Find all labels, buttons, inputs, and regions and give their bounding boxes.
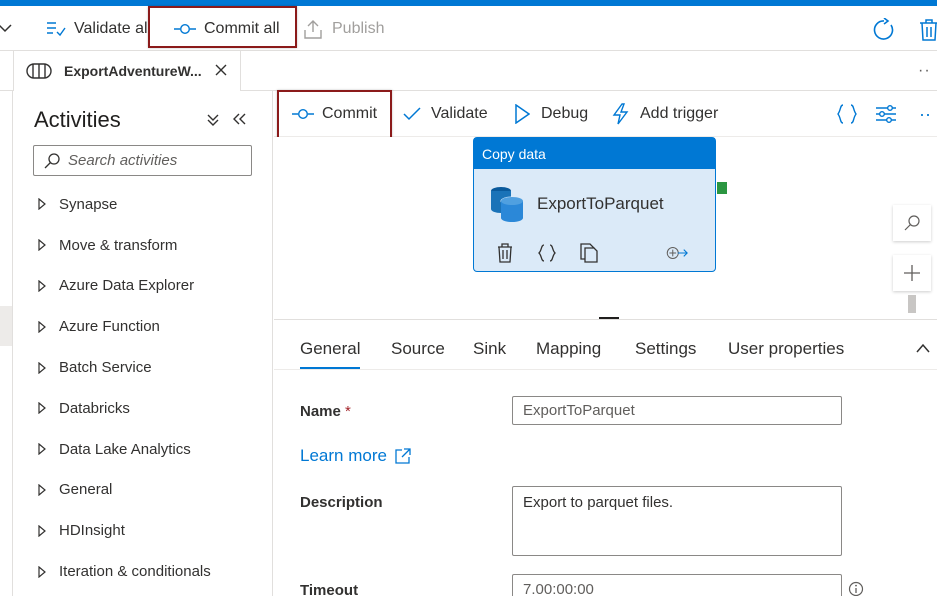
chevron-right-icon <box>38 402 46 415</box>
code-icon[interactable] <box>536 242 558 264</box>
external-link-icon <box>395 448 411 464</box>
name-input[interactable] <box>512 396 842 425</box>
add-trigger-label: Add trigger <box>640 105 719 122</box>
description-label: Description <box>300 494 383 511</box>
required-indicator: * <box>345 403 351 420</box>
chevron-right-icon <box>38 565 46 578</box>
learn-more-link[interactable]: Learn more <box>300 446 411 466</box>
lightning-icon <box>610 103 632 125</box>
main-toolbar: Validate all Commit all Publish <box>0 6 937 51</box>
activity-category-iteration-conditionals[interactable]: Iteration & conditionals <box>38 551 268 592</box>
tab-pipeline[interactable]: ExportAdventureW... <box>13 51 241 91</box>
pipeline-icon <box>26 63 52 79</box>
tab-sink[interactable]: Sink <box>473 339 506 359</box>
description-textarea[interactable]: Export to parquet files. <box>512 486 842 556</box>
chevron-right-icon <box>38 443 46 456</box>
chevron-right-icon <box>38 279 46 292</box>
more-options-icon[interactable]: ·· <box>912 101 937 127</box>
output-handle[interactable] <box>717 182 727 194</box>
chevron-right-icon <box>38 198 46 211</box>
chevron-right-icon <box>38 483 46 496</box>
tab-source[interactable]: Source <box>391 339 445 359</box>
properties-icon[interactable] <box>873 101 899 127</box>
timeout-label: Timeout <box>300 582 359 596</box>
hide-panel-icon[interactable] <box>231 112 247 126</box>
activity-category-databricks[interactable]: Databricks <box>38 388 268 429</box>
database-icon <box>491 187 524 222</box>
debug-button[interactable]: Debug <box>511 99 588 129</box>
play-icon <box>511 103 533 125</box>
info-icon[interactable] <box>848 581 864 596</box>
activity-name: ExportToParquet <box>537 194 664 213</box>
validate-button[interactable]: Validate <box>401 99 488 129</box>
copy-data-activity[interactable]: Copy data ExportToParquet <box>473 137 716 272</box>
plus-icon <box>904 265 920 281</box>
validate-all-label: Validate all <box>74 20 150 37</box>
timeout-input[interactable] <box>512 574 842 596</box>
tab-mapping[interactable]: Mapping <box>536 339 601 359</box>
activity-type-label: Copy data <box>474 138 715 169</box>
activity-category-general[interactable]: General <box>38 470 268 511</box>
zoom-in-button[interactable] <box>893 255 931 291</box>
tab-user-properties[interactable]: User properties <box>728 339 844 359</box>
chevron-right-icon <box>38 239 46 252</box>
left-nav-strip <box>0 91 13 596</box>
activity-category-azure-data-explorer[interactable]: Azure Data Explorer <box>38 266 268 307</box>
properties-tabs: General Source Sink Mapping Settings Use… <box>274 320 937 370</box>
publish-button[interactable]: Publish <box>302 14 384 44</box>
chevron-right-icon <box>38 524 46 537</box>
upload-icon <box>302 18 324 40</box>
debug-label: Debug <box>541 105 589 122</box>
activity-category-move-transform[interactable]: Move & transform <box>38 225 268 266</box>
checkmark-icon <box>401 103 423 125</box>
activities-search-box[interactable] <box>33 145 252 176</box>
copy-icon[interactable] <box>578 242 600 264</box>
activity-category-azure-function[interactable]: Azure Function <box>38 306 268 347</box>
pipeline-toolbar: Commit Validate Debug Add trigger ·· <box>274 90 937 139</box>
chevron-right-icon <box>38 361 46 374</box>
activities-title: Activities <box>34 107 121 132</box>
search-icon <box>44 152 60 168</box>
tab-general[interactable]: General <box>300 339 361 369</box>
activity-category-batch-service[interactable]: Batch Service <box>38 347 268 388</box>
trash-icon[interactable] <box>918 18 937 42</box>
name-label: Name * <box>300 403 351 420</box>
editor-tab-bar: ExportAdventureW... <box>0 51 937 91</box>
canvas-scrollbar[interactable] <box>908 295 916 313</box>
zoom-search-button[interactable] <box>893 205 931 241</box>
validate-all-button[interactable]: Validate all <box>46 14 150 44</box>
close-icon[interactable] <box>214 63 228 77</box>
publish-label: Publish <box>332 20 385 37</box>
chevron-down-icon[interactable] <box>0 20 13 36</box>
activity-category-synapse[interactable]: Synapse <box>38 184 268 225</box>
checklist-icon <box>46 18 66 40</box>
collapse-all-icon[interactable] <box>206 113 220 127</box>
activity-category-hdinsight[interactable]: HDInsight <box>38 510 268 551</box>
search-input[interactable] <box>68 152 238 169</box>
commit-highlight <box>277 90 392 139</box>
tab-title: ExportAdventureW... <box>64 63 202 79</box>
commit-all-highlight <box>148 6 297 48</box>
pipeline-canvas[interactable]: Copy data ExportToParquet <box>274 137 937 319</box>
activity-category-data-lake-analytics[interactable]: Data Lake Analytics <box>38 429 268 470</box>
validate-label: Validate <box>431 105 488 122</box>
add-trigger-button[interactable]: Add trigger <box>610 99 718 129</box>
search-icon <box>904 215 920 231</box>
add-output-icon[interactable] <box>666 242 688 264</box>
properties-panel: General Source Sink Mapping Settings Use… <box>274 319 937 596</box>
more-options-icon[interactable]: ·· <box>918 62 931 80</box>
activities-list: Synapse Move & transform Azure Data Expl… <box>38 184 268 592</box>
chevron-up-icon[interactable] <box>915 342 931 354</box>
code-view-icon[interactable] <box>834 101 860 127</box>
activities-panel: Activities Synapse Move & transform Azur… <box>14 91 273 596</box>
tab-settings[interactable]: Settings <box>635 339 696 359</box>
chevron-right-icon <box>38 320 46 333</box>
delete-activity-icon[interactable] <box>494 242 516 264</box>
left-nav-selected[interactable] <box>0 306 12 346</box>
refresh-icon[interactable] <box>872 18 896 42</box>
